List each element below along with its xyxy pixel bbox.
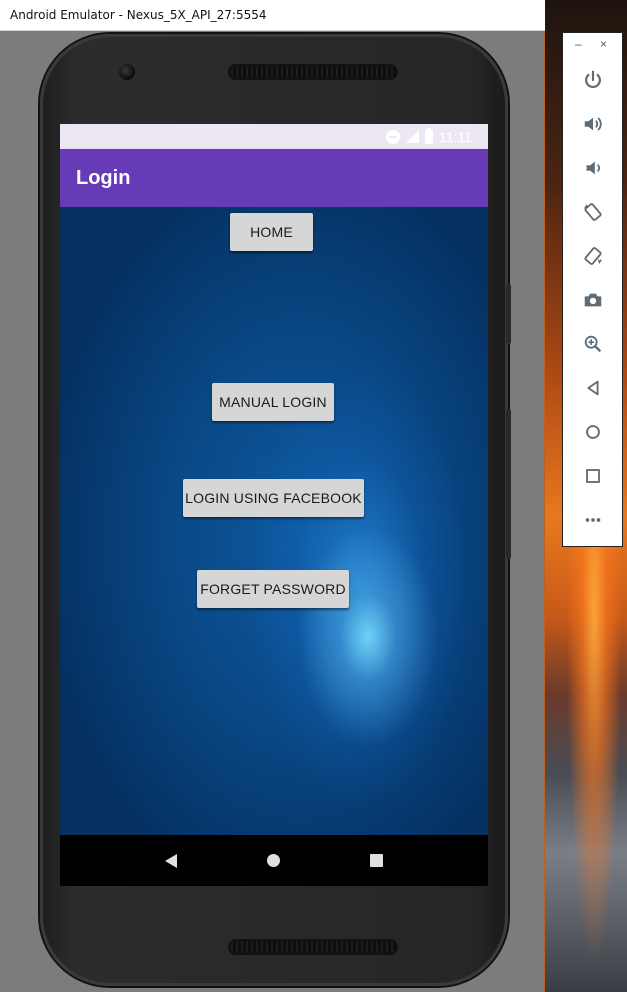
battery-icon [425, 127, 434, 144]
rotate-right-icon[interactable] [580, 243, 606, 269]
status-bar: 11:11 [60, 124, 488, 149]
window-title: Android Emulator - Nexus_5X_API_27:5554 [0, 0, 545, 31]
camera-icon[interactable] [580, 287, 606, 313]
volume-down-icon[interactable] [580, 155, 606, 181]
do-not-disturb-icon [386, 129, 401, 144]
zoom-icon[interactable] [580, 331, 606, 357]
forget-password-button[interactable]: FORGET PASSWORD [197, 570, 349, 608]
power-icon[interactable] [580, 67, 606, 93]
minimize-button[interactable]: – [575, 37, 582, 51]
emulator-window: Android Emulator - Nexus_5X_API_27:5554 … [0, 0, 545, 992]
home-icon[interactable] [580, 419, 606, 445]
app-bar-title: Login [60, 149, 488, 207]
facebook-login-button[interactable]: LOGIN USING FACEBOOK [183, 479, 364, 517]
device-screen: 11:11 Login HOME MANUAL LOGIN LOGIN USIN… [60, 124, 488, 886]
more-icon[interactable] [580, 507, 606, 533]
top-speaker [228, 64, 398, 80]
rotate-left-icon[interactable] [580, 199, 606, 225]
status-time: 11:11 [439, 128, 472, 145]
home-icon[interactable] [267, 854, 280, 867]
login-content: HOME MANUAL LOGIN LOGIN USING FACEBOOK F… [60, 207, 488, 835]
home-button[interactable]: HOME [230, 213, 313, 251]
overview-icon[interactable] [580, 463, 606, 489]
volume-up-icon[interactable] [580, 111, 606, 137]
signal-icon [406, 130, 420, 143]
manual-login-button[interactable]: MANUAL LOGIN [212, 383, 334, 421]
close-button[interactable]: × [600, 37, 607, 51]
power-side-button [506, 284, 511, 344]
front-camera [119, 64, 135, 80]
back-icon[interactable] [165, 853, 177, 868]
navigation-bar [60, 835, 488, 886]
bottom-speaker [228, 939, 398, 955]
back-icon[interactable] [580, 375, 606, 401]
emulator-toolbar: – × [562, 32, 623, 547]
volume-side-button [506, 409, 511, 559]
recents-icon[interactable] [370, 854, 383, 867]
